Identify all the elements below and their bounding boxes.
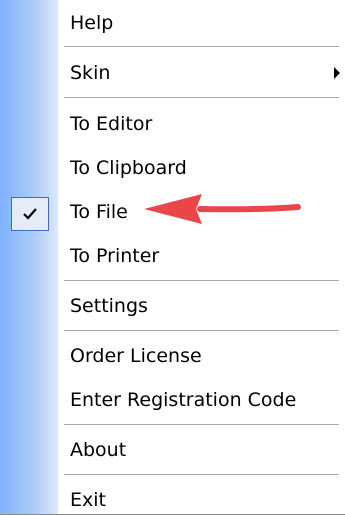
menu-item-label: Enter Registration Code	[70, 389, 297, 411]
menu-item-help[interactable]: Help	[0, 3, 345, 43]
menu-item-settings[interactable]: Settings	[0, 286, 345, 326]
menu-item-label: Skin	[70, 62, 111, 84]
chevron-right-icon	[334, 67, 340, 79]
menu-separator	[64, 424, 339, 426]
menu-item-order-license[interactable]: Order License	[0, 336, 345, 376]
red-arrow-annotation	[144, 194, 301, 224]
menu-item-skin[interactable]: Skin	[0, 53, 345, 93]
menu-item-label: Exit	[70, 489, 106, 511]
menu-item-to-printer[interactable]: To Printer	[0, 236, 345, 276]
menu-separator	[64, 280, 339, 282]
menu-item-label: To Printer	[70, 245, 160, 267]
menu-separator	[64, 97, 339, 99]
context-menu: Help Skin To Editor To Clipboard To File…	[0, 0, 345, 515]
menu-item-label: Settings	[70, 295, 148, 317]
menu-item-to-editor[interactable]: To Editor	[0, 104, 345, 144]
menu-item-label: Help	[70, 12, 114, 34]
menu-item-label: To Clipboard	[70, 157, 187, 179]
menu-item-label: To Editor	[70, 113, 153, 135]
menu-separator	[64, 330, 339, 332]
menu-item-to-clipboard[interactable]: To Clipboard	[0, 148, 345, 188]
menu-item-label: Order License	[70, 345, 202, 367]
menu-item-enter-registration-code[interactable]: Enter Registration Code	[0, 380, 345, 420]
menu-item-about[interactable]: About	[0, 430, 345, 470]
menu-separator	[64, 474, 339, 476]
menu-separator	[64, 46, 339, 48]
menu-item-label: To File	[70, 201, 128, 223]
menu-item-label: About	[70, 439, 127, 461]
menu-item-exit[interactable]: Exit	[0, 480, 345, 514]
